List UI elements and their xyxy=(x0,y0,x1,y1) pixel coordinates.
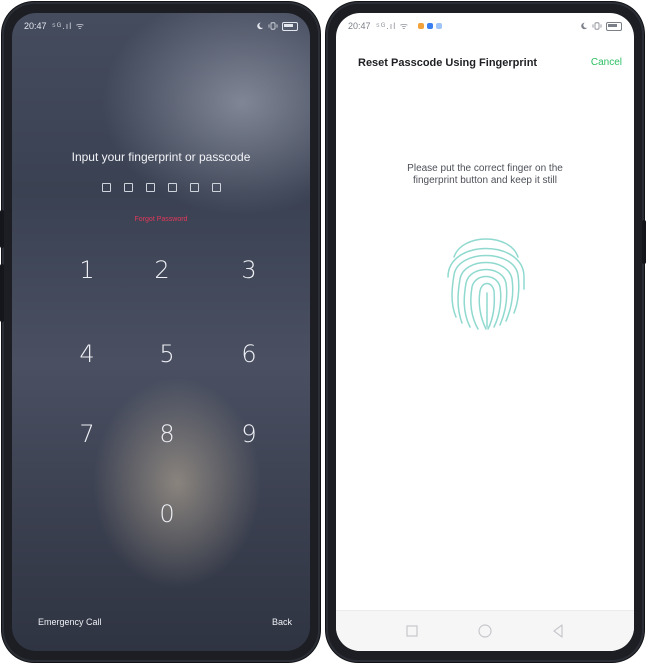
key-1[interactable]: 1 xyxy=(57,245,117,295)
vibrate-icon xyxy=(268,22,278,30)
notification-icon xyxy=(418,23,424,29)
key-4[interactable]: 4 xyxy=(57,329,117,379)
moon-icon xyxy=(581,22,588,30)
status-time: 20:47 xyxy=(24,21,47,31)
instruction-text: Please put the correct finger on the fin… xyxy=(366,163,604,187)
key-2[interactable]: 2 xyxy=(132,245,192,295)
navigation-bar xyxy=(336,610,634,651)
status-bar: 20:47 ⁵ᴳ.ıl ᯤ xyxy=(12,13,310,39)
pin-dot xyxy=(101,183,111,192)
notification-icon xyxy=(436,23,442,29)
pin-dot xyxy=(145,183,155,192)
square-icon[interactable] xyxy=(403,622,421,640)
pin-dot xyxy=(123,183,133,192)
status-time: 20:47 xyxy=(348,21,371,31)
lock-screen: 20:47 ⁵ᴳ.ıl ᯤ Input your fingerprint or … xyxy=(12,13,310,651)
key-5[interactable]: 5 xyxy=(137,329,197,379)
instruction-line-1: Please put the correct finger on the xyxy=(407,163,563,174)
screenshot-stage: 20:47 ⁵ᴳ.ıl ᯤ Input your fingerprint or … xyxy=(0,0,646,666)
pin-dot xyxy=(211,183,221,192)
battery-icon xyxy=(606,21,622,31)
key-6[interactable]: 6 xyxy=(219,329,279,379)
phone-lock-screen: 20:47 ⁵ᴳ.ıl ᯤ Input your fingerprint or … xyxy=(0,2,320,662)
power-button xyxy=(642,220,646,264)
cancel-button[interactable]: Cancel xyxy=(591,57,622,68)
key-3[interactable]: 3 xyxy=(219,245,279,295)
status-bar: 20:47 ⁵ᴳ.ıl ᯤ xyxy=(336,13,634,39)
status-right xyxy=(580,13,622,39)
key-7[interactable]: 7 xyxy=(57,409,117,459)
battery-icon xyxy=(282,21,298,31)
phone-reset-screen: 20:47 ⁵ᴳ.ıl ᯤ Reset Passcode Using Finge… xyxy=(326,2,646,662)
pin-dot xyxy=(167,183,177,192)
key-0[interactable]: 0 xyxy=(137,489,197,539)
emergency-call-button[interactable]: Emergency Call xyxy=(38,617,102,627)
volume-down-button xyxy=(0,264,4,322)
status-right xyxy=(256,13,298,39)
notification-icon xyxy=(427,23,433,29)
signal-icon: ⁵ᴳ.ıl ᯤ xyxy=(376,21,409,31)
key-8[interactable]: 8 xyxy=(137,409,197,459)
reset-passcode-screen: 20:47 ⁵ᴳ.ıl ᯤ Reset Passcode Using Finge… xyxy=(336,13,634,651)
page-title: Reset Passcode Using Fingerprint xyxy=(358,57,538,69)
forgot-password-link[interactable]: Forgot Password xyxy=(12,216,310,223)
signal-icon: ⁵ᴳ.ıl ᯤ xyxy=(52,21,85,31)
instruction-line-2: fingerprint button and keep it still xyxy=(413,175,557,186)
notification-icons xyxy=(418,13,442,39)
vibrate-icon xyxy=(592,22,602,30)
lock-prompt: Input your fingerprint or passcode xyxy=(71,150,251,164)
pin-dot xyxy=(189,183,199,192)
fingerprint-icon xyxy=(447,238,525,330)
moon-icon xyxy=(257,22,264,30)
circle-icon[interactable] xyxy=(476,622,494,640)
triangle-back-icon[interactable] xyxy=(549,622,567,640)
volume-up-button xyxy=(0,210,4,248)
pin-indicator xyxy=(12,183,310,192)
back-button[interactable]: Back xyxy=(272,617,292,627)
key-9[interactable]: 9 xyxy=(219,409,279,459)
